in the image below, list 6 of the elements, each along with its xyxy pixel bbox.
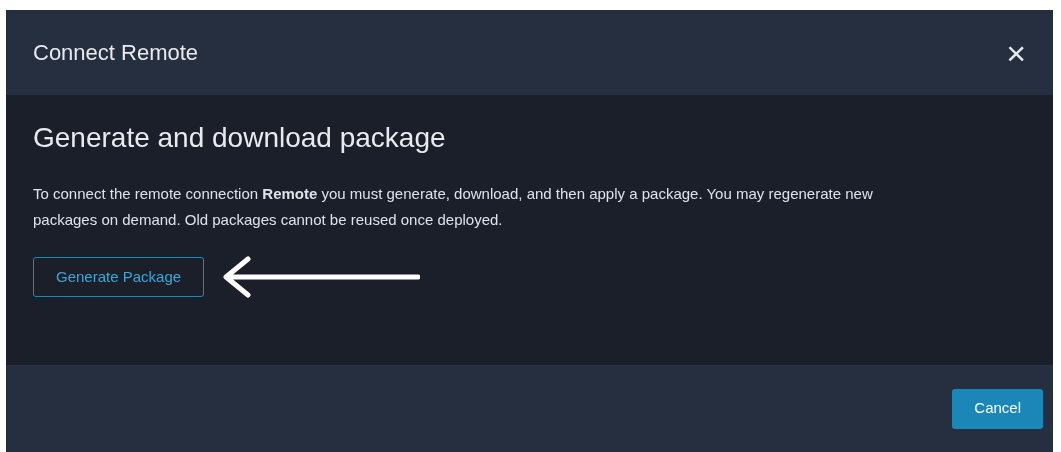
close-button[interactable]: × <box>1006 35 1026 70</box>
generate-package-button[interactable]: Generate Package <box>33 257 205 297</box>
dialog-title: Connect Remote <box>33 39 199 67</box>
cancel-button[interactable]: Cancel <box>952 388 1043 429</box>
section-heading: Generate and download package <box>33 121 447 155</box>
description-text: To connect the remote connection Remote you must generate, download, and then apply a package. You may regenerate new packages on demand. Old packages cannot be reused once deployed. <box>33 184 873 230</box>
